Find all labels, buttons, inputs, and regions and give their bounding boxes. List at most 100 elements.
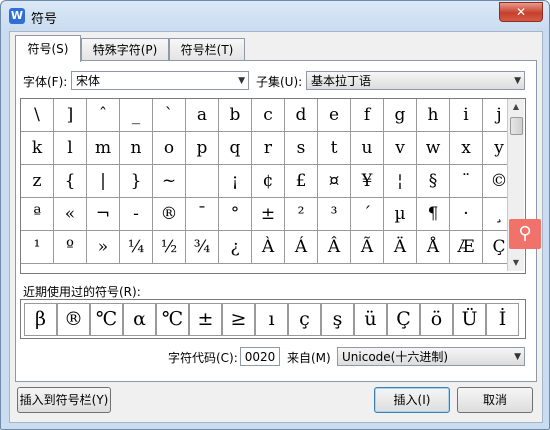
- symbol-cell[interactable]: ´: [351, 198, 384, 231]
- symbol-cell[interactable]: º: [54, 231, 87, 264]
- symbol-cell[interactable]: ±: [252, 198, 285, 231]
- search-icon[interactable]: ⚲: [509, 219, 541, 249]
- symbol-cell[interactable]: ]: [54, 99, 87, 132]
- tab-special-characters[interactable]: 特殊字符(P): [81, 38, 169, 61]
- symbol-cell[interactable]: k: [21, 132, 54, 165]
- symbol-cell[interactable]: u: [351, 132, 384, 165]
- symbol-cell[interactable]: ½: [153, 231, 186, 264]
- symbol-cell[interactable]: x: [450, 132, 483, 165]
- symbol-cell[interactable]: v: [384, 132, 417, 165]
- symbol-cell[interactable]: o: [153, 132, 186, 165]
- symbol-cell[interactable]: Á: [285, 231, 318, 264]
- symbol-cell[interactable]: t: [318, 132, 351, 165]
- recent-symbol-cell[interactable]: ≥: [222, 303, 255, 336]
- symbol-cell[interactable]: -: [120, 198, 153, 231]
- symbol-cell[interactable]: a: [186, 99, 219, 132]
- symbol-cell[interactable]: e: [318, 99, 351, 132]
- symbol-cell[interactable]: ª: [21, 198, 54, 231]
- symbol-cell[interactable]: z: [21, 165, 54, 198]
- symbol-cell[interactable]: µ: [384, 198, 417, 231]
- insert-button[interactable]: 插入(I): [374, 387, 450, 413]
- scroll-up-icon[interactable]: ▲: [508, 99, 524, 115]
- symbol-cell[interactable]: h: [417, 99, 450, 132]
- symbol-cell[interactable]: ¢: [252, 165, 285, 198]
- symbol-cell[interactable]: d: [285, 99, 318, 132]
- symbol-cell[interactable]: [186, 165, 219, 198]
- symbol-cell[interactable]: ¼: [120, 231, 153, 264]
- recent-symbol-cell[interactable]: ç: [288, 303, 321, 336]
- symbol-cell[interactable]: ³: [318, 198, 351, 231]
- recent-symbol-cell[interactable]: Ü: [453, 303, 486, 336]
- symbol-cell[interactable]: p: [186, 132, 219, 165]
- recent-symbol-cell[interactable]: ö: [420, 303, 453, 336]
- symbol-cell[interactable]: {: [54, 165, 87, 198]
- symbol-cell[interactable]: §: [417, 165, 450, 198]
- scroll-down-icon[interactable]: ▼: [508, 255, 524, 271]
- symbol-cell[interactable]: f: [351, 99, 384, 132]
- symbol-cell[interactable]: °: [219, 198, 252, 231]
- symbol-cell[interactable]: À: [252, 231, 285, 264]
- symbol-cell[interactable]: _: [120, 99, 153, 132]
- symbol-cell[interactable]: ¦: [384, 165, 417, 198]
- symbol-cell[interactable]: ˆ: [87, 99, 120, 132]
- symbol-cell[interactable]: |: [87, 165, 120, 198]
- recent-symbol-cell[interactable]: ℃: [156, 303, 189, 336]
- symbol-cell[interactable]: l: [54, 132, 87, 165]
- symbol-cell[interactable]: ²: [285, 198, 318, 231]
- recent-symbol-cell[interactable]: Ç: [387, 303, 420, 336]
- symbol-cell[interactable]: Â: [318, 231, 351, 264]
- subset-select[interactable]: 基本拉丁语 ▼: [306, 71, 525, 90]
- symbol-cell[interactable]: `: [153, 99, 186, 132]
- symbol-cell[interactable]: \: [21, 99, 54, 132]
- symbol-cell[interactable]: q: [219, 132, 252, 165]
- font-select[interactable]: 宋体 ▼: [71, 71, 249, 90]
- symbol-cell[interactable]: ¿: [219, 231, 252, 264]
- recent-symbol-cell[interactable]: ş: [321, 303, 354, 336]
- symbol-cell[interactable]: ¨: [450, 165, 483, 198]
- symbol-cell[interactable]: ¤: [318, 165, 351, 198]
- symbol-cell[interactable]: }: [120, 165, 153, 198]
- recent-symbol-cell[interactable]: ü: [354, 303, 387, 336]
- symbol-cell[interactable]: Ã: [351, 231, 384, 264]
- symbol-cell[interactable]: £: [285, 165, 318, 198]
- char-code-input[interactable]: 0020: [240, 347, 280, 366]
- recent-symbol-cell[interactable]: ℃: [90, 303, 123, 336]
- recent-symbol-cell[interactable]: α: [123, 303, 156, 336]
- scroll-thumb[interactable]: [510, 117, 523, 135]
- tab-symbols[interactable]: 符号(S): [15, 35, 81, 62]
- symbol-cell[interactable]: Å: [417, 231, 450, 264]
- symbol-cell[interactable]: ¬: [87, 198, 120, 231]
- title-bar[interactable]: W 符号 ✕: [1, 1, 549, 31]
- recent-symbol-cell[interactable]: ®: [57, 303, 90, 336]
- symbol-cell[interactable]: ¹: [21, 231, 54, 264]
- recent-symbol-cell[interactable]: ±: [189, 303, 222, 336]
- symbol-cell[interactable]: Æ: [450, 231, 483, 264]
- cancel-button[interactable]: 取消: [457, 387, 533, 413]
- symbol-cell[interactable]: »: [87, 231, 120, 264]
- symbol-cell[interactable]: n: [120, 132, 153, 165]
- symbol-cell[interactable]: Ä: [384, 231, 417, 264]
- symbol-cell[interactable]: ¡: [219, 165, 252, 198]
- insert-to-symbol-bar-button[interactable]: 插入到符号栏(Y): [17, 387, 111, 413]
- symbol-cell[interactable]: r: [252, 132, 285, 165]
- symbol-cell[interactable]: w: [417, 132, 450, 165]
- from-select[interactable]: Unicode(十六进制) ▼: [337, 347, 525, 366]
- symbol-cell[interactable]: b: [219, 99, 252, 132]
- close-button[interactable]: ✕: [499, 2, 543, 22]
- symbol-cell[interactable]: ¶: [417, 198, 450, 231]
- symbol-cell[interactable]: c: [252, 99, 285, 132]
- recent-symbol-cell[interactable]: β: [24, 303, 57, 336]
- symbol-cell[interactable]: ¾: [186, 231, 219, 264]
- symbol-cell[interactable]: i: [450, 99, 483, 132]
- symbol-cell[interactable]: m: [87, 132, 120, 165]
- symbol-cell[interactable]: ¯: [186, 198, 219, 231]
- tab-symbol-bar[interactable]: 符号栏(T): [169, 38, 245, 61]
- symbol-cell[interactable]: s: [285, 132, 318, 165]
- symbol-cell[interactable]: ¥: [351, 165, 384, 198]
- symbol-cell[interactable]: ·: [450, 198, 483, 231]
- symbol-cell[interactable]: ®: [153, 198, 186, 231]
- recent-symbol-cell[interactable]: ı: [255, 303, 288, 336]
- symbol-cell[interactable]: «: [54, 198, 87, 231]
- recent-symbol-cell[interactable]: İ: [486, 303, 519, 336]
- symbol-cell[interactable]: g: [384, 99, 417, 132]
